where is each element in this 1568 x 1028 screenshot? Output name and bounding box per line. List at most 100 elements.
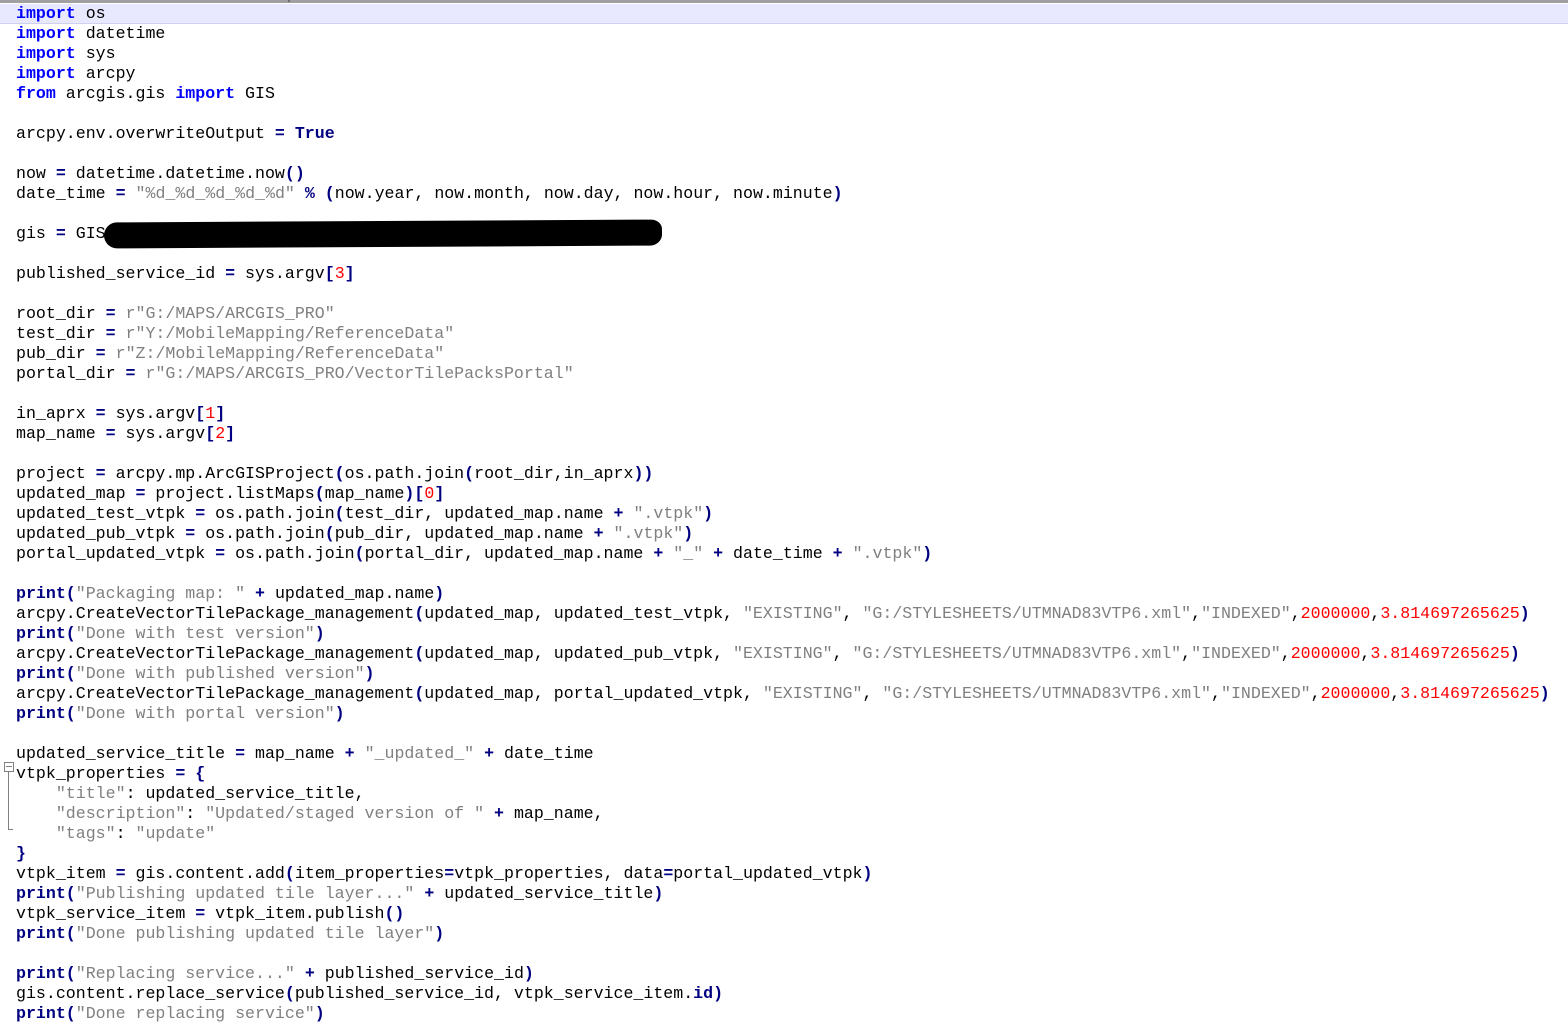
code-line[interactable]: updated_test_vtpk = os.path.join(test_di…: [0, 504, 1568, 524]
bracket: (: [334, 464, 345, 483]
code-line[interactable]: updated_map = project.listMaps(map_name)…: [0, 484, 1568, 504]
operator: =: [95, 344, 106, 363]
operator: +: [494, 804, 504, 823]
builtin: print: [16, 1004, 66, 1023]
code-line[interactable]: [0, 284, 1568, 304]
code-line[interactable]: import sys: [0, 44, 1568, 64]
operator: =: [55, 224, 66, 243]
code-line[interactable]: now = datetime.datetime.now(): [0, 164, 1568, 184]
code-line[interactable]: "tags": "update": [0, 824, 1568, 844]
code-line[interactable]: root_dir = r"G:/MAPS/ARCGIS_PRO": [0, 304, 1568, 324]
code-line[interactable]: print("Done publishing updated tile laye…: [0, 924, 1568, 944]
code-line[interactable]: arcpy.CreateVectorTilePackage_management…: [0, 604, 1568, 624]
code-line[interactable]: published_service_id = sys.argv[3]: [0, 264, 1568, 284]
keyword: import: [16, 24, 76, 43]
operator: =: [175, 764, 186, 783]
fold-marker-vtpk-properties[interactable]: [4, 762, 14, 832]
code-text: root_dir: [16, 304, 106, 323]
string-literal: "title": [55, 784, 126, 803]
bracket: (: [65, 664, 76, 683]
code-line[interactable]: "description": "Updated/staged version o…: [0, 804, 1568, 824]
code-line[interactable]: import arcpy: [0, 64, 1568, 84]
code-text: arcpy.CreateVectorTilePackage_management: [16, 684, 415, 703]
operator: =: [663, 864, 674, 883]
string-literal: "INDEXED": [1201, 604, 1291, 623]
code-line[interactable]: print("Publishing updated tile layer..."…: [0, 884, 1568, 904]
code-line[interactable]: print("Replacing service..." + published…: [0, 964, 1568, 984]
code-line[interactable]: [0, 444, 1568, 464]
code-line[interactable]: updated_service_title = map_name + "_upd…: [0, 744, 1568, 764]
bracket: (: [414, 684, 425, 703]
code-line[interactable]: print("Done with published version"): [0, 664, 1568, 684]
code-line[interactable]: test_dir = r"Y:/MobileMapping/ReferenceD…: [0, 324, 1568, 344]
code-line[interactable]: gis.content.replace_service(published_se…: [0, 984, 1568, 1004]
code-line[interactable]: in_aprx = sys.argv[1]: [0, 404, 1568, 424]
code-line[interactable]: from arcgis.gis import GIS: [0, 84, 1568, 104]
code-line[interactable]: map_name = sys.argv[2]: [0, 424, 1568, 444]
string-literal: "Done with test version": [75, 624, 315, 643]
code-line[interactable]: [0, 144, 1568, 164]
code-line[interactable]: vtpk_properties = {: [0, 764, 1568, 784]
bracket: ): [334, 704, 345, 723]
bracket: (: [65, 704, 76, 723]
operator: +: [304, 964, 315, 983]
code-text: gis: [16, 224, 56, 243]
string-literal: "Done replacing service": [75, 1004, 315, 1023]
code-line[interactable]: [0, 104, 1568, 124]
string-literal: "Publishing updated tile layer...": [75, 884, 415, 903]
builtin: id: [693, 984, 714, 1003]
operator: =: [444, 864, 455, 883]
string-literal: r"G:/MAPS/ARCGIS_PRO/VectorTilePacksPort…: [145, 364, 574, 383]
code-text: updated_test_vtpk: [16, 504, 196, 523]
code-text: date_time: [494, 744, 594, 763]
bracket: ): [523, 964, 534, 983]
code-line[interactable]: print("Done replacing service"): [0, 1004, 1568, 1024]
code-line[interactable]: import os: [0, 4, 1568, 24]
code-editor[interactable]: import os import datetime import sys import…: [0, 4, 1568, 1028]
code-text: now: [16, 164, 56, 183]
code-line[interactable]: }: [0, 844, 1568, 864]
code-line[interactable]: print("Packaging map: " + updated_map.na…: [0, 584, 1568, 604]
code-text: now.year, now.month, now.day, now.hour, …: [334, 184, 833, 203]
code-text: date_time: [16, 184, 116, 203]
number-literal: 3: [334, 264, 345, 283]
string-literal: "tags": [55, 824, 116, 843]
bracket: (: [314, 484, 325, 503]
code-line[interactable]: print("Done with portal version"): [0, 704, 1568, 724]
code-text: : updated_service_title,: [125, 784, 365, 803]
code-line[interactable]: arcpy.CreateVectorTilePackage_management…: [0, 684, 1568, 704]
code-line[interactable]: vtpk_service_item = vtpk_item.publish(): [0, 904, 1568, 924]
string-literal: "EXISTING": [733, 644, 833, 663]
code-line[interactable]: "title": updated_service_title,: [0, 784, 1568, 804]
code-line[interactable]: [0, 724, 1568, 744]
code-text: date_time: [723, 544, 833, 563]
code-line[interactable]: arcpy.CreateVectorTilePackage_management…: [0, 644, 1568, 664]
code-text: ,: [1370, 604, 1381, 623]
code-line[interactable]: [0, 944, 1568, 964]
code-text: updated_service_title: [434, 884, 654, 903]
code-line[interactable]: print("Done with test version"): [0, 624, 1568, 644]
code-line[interactable]: [0, 384, 1568, 404]
code-line[interactable]: date_time = "%d_%d_%d_%d_%d" % (now.year…: [0, 184, 1568, 204]
code-line[interactable]: project = arcpy.mp.ArcGISProject(os.path…: [0, 464, 1568, 484]
code-line[interactable]: portal_updated_vtpk = os.path.join(porta…: [0, 544, 1568, 564]
string-literal: "%d_%d_%d_%d_%d": [135, 184, 295, 203]
code-line[interactable]: portal_dir = r"G:/MAPS/ARCGIS_PRO/Vector…: [0, 364, 1568, 384]
code-line[interactable]: [0, 564, 1568, 584]
bracket: (: [284, 864, 295, 883]
code-line[interactable]: arcpy.env.overwriteOutput = True: [0, 124, 1568, 144]
code-text: arcgis.gis: [55, 84, 176, 103]
operator: =: [105, 304, 116, 323]
code-line[interactable]: updated_pub_vtpk = os.path.join(pub_dir,…: [0, 524, 1568, 544]
code-line[interactable]: vtpk_item = gis.content.add(item_propert…: [0, 864, 1568, 884]
keyword: import: [16, 4, 76, 23]
code-line[interactable]: import datetime: [0, 24, 1568, 44]
code-text: map_name,: [503, 804, 604, 823]
code-line[interactable]: pub_dir = r"Z:/MobileMapping/ReferenceDa…: [0, 344, 1568, 364]
operator: =: [195, 904, 206, 923]
code-text: published_service_id, vtpk_service_item.: [294, 984, 694, 1003]
fold-minus-icon[interactable]: [4, 762, 14, 772]
